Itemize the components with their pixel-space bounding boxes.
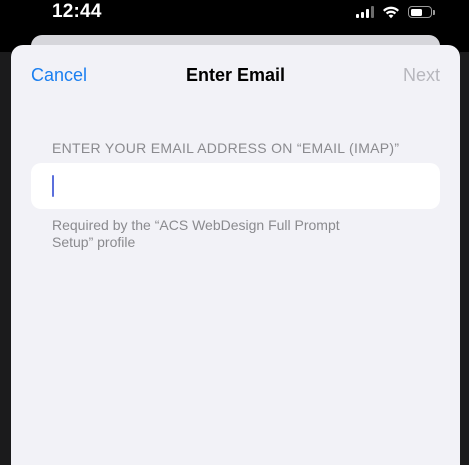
email-field[interactable] <box>52 163 426 211</box>
email-section-header: ENTER YOUR EMAIL ADDRESS ON “EMAIL (IMAP… <box>52 140 400 156</box>
status-icons <box>356 4 435 20</box>
profile-requirement-note: Required by the “ACS WebDesign Full Prom… <box>52 217 372 251</box>
battery-icon <box>408 6 435 18</box>
enter-email-sheet: Cancel Enter Email Next ENTER YOUR EMAIL… <box>11 45 460 465</box>
background-edge-right <box>460 52 469 465</box>
phone-screen: 12:44 Cancel Enter Email Next ENTER YOUR… <box>0 0 469 465</box>
profile-requirement-line-2: Setup” profile <box>52 234 136 250</box>
wifi-icon <box>383 6 399 19</box>
status-bar: 12:44 <box>0 0 469 30</box>
text-cursor <box>52 175 54 197</box>
profile-requirement-line-1: Required by the “ACS WebDesign Full Prom… <box>52 217 340 233</box>
page-title: Enter Email <box>185 65 286 85</box>
email-field-cell[interactable] <box>31 163 440 211</box>
next-button[interactable]: Next <box>403 65 440 86</box>
status-time: 12:44 <box>52 1 102 22</box>
cellular-signal-icon <box>356 6 374 18</box>
background-edge-left <box>0 52 11 465</box>
